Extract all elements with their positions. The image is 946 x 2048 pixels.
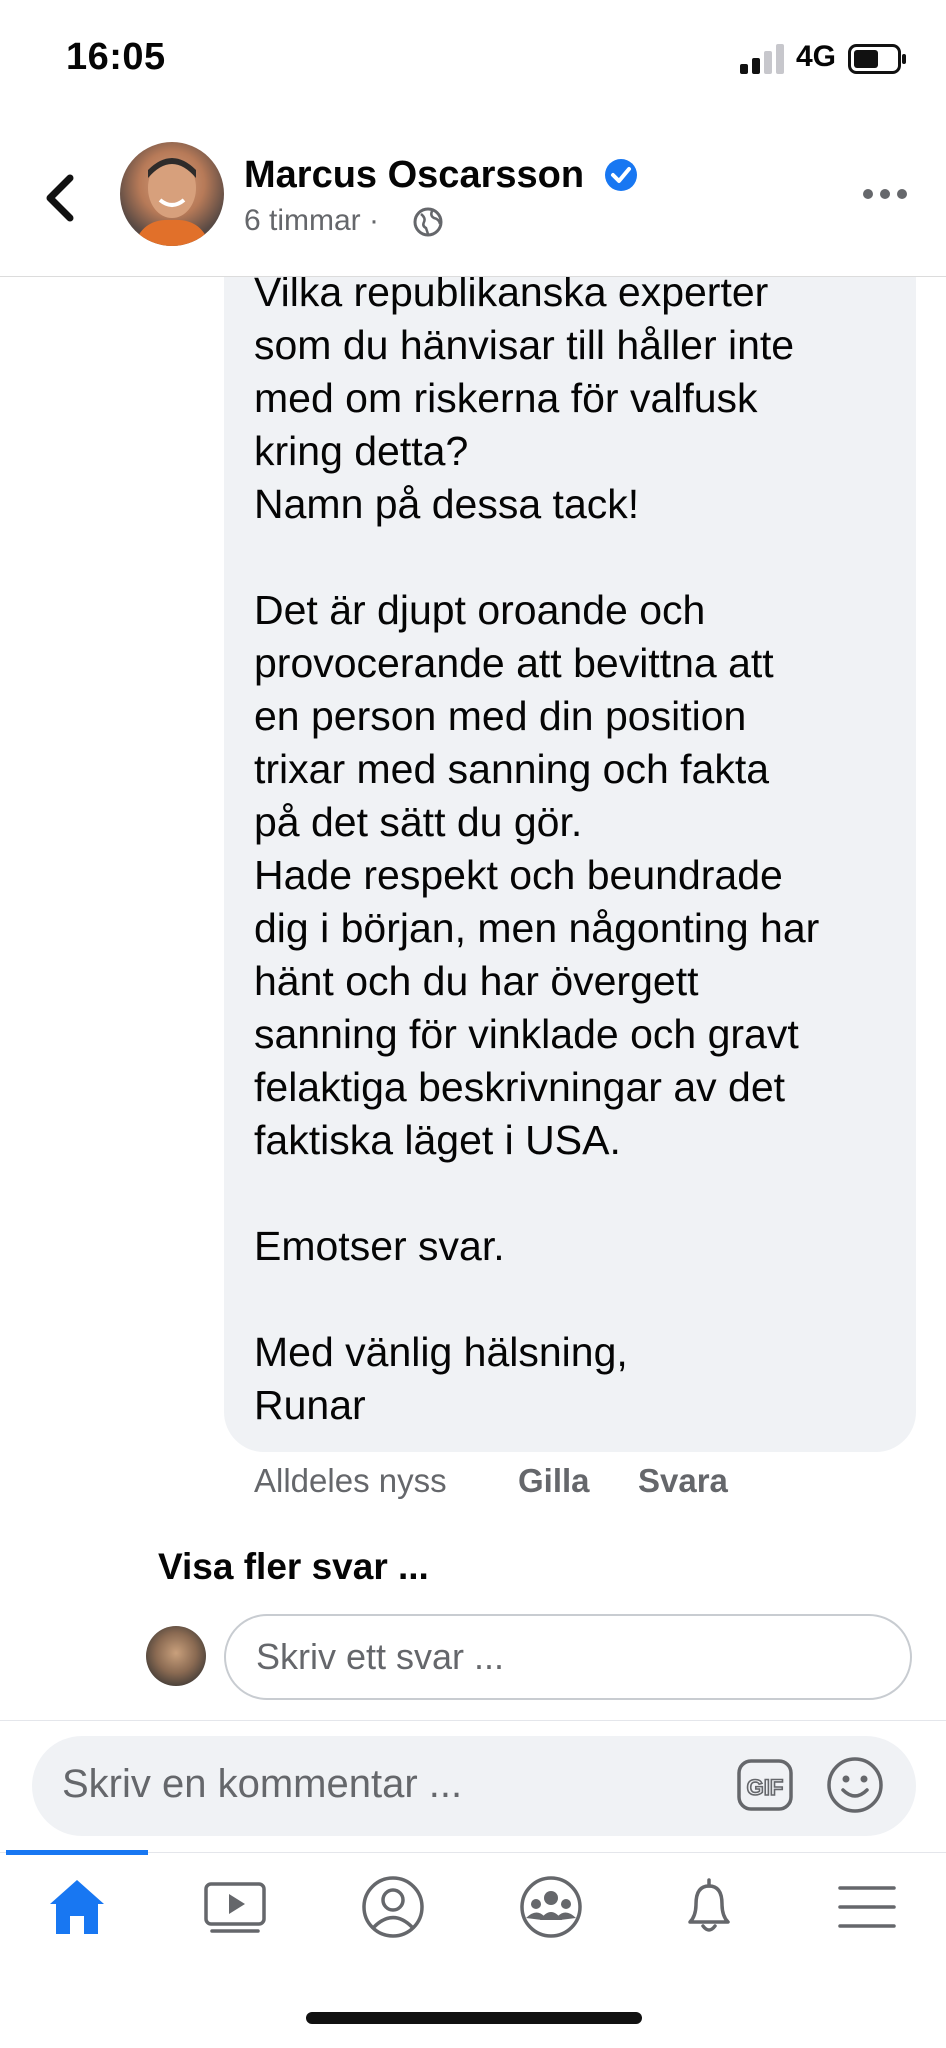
gif-label: GIF — [747, 1775, 784, 1800]
verified-badge-icon — [605, 159, 637, 191]
battery-icon — [848, 44, 906, 74]
reply-button[interactable]: Svara — [638, 1462, 728, 1500]
post-header: Marcus Oscarsson 6 timmar · — [0, 120, 946, 277]
groups-icon[interactable] — [518, 1874, 584, 1940]
avatar[interactable] — [120, 142, 224, 246]
smile-icon[interactable] — [826, 1756, 884, 1814]
post-time: 6 timmar · — [244, 204, 379, 237]
show-more-replies-link[interactable]: Visa fler svar ... — [158, 1546, 429, 1588]
comment-text: Vilka republikanska experter som du hänv… — [254, 269, 820, 1428]
like-button[interactable]: Gilla — [518, 1462, 590, 1500]
comment-input[interactable]: Skriv en kommentar ... — [62, 1762, 462, 1807]
globe-icon — [413, 207, 443, 237]
menu-icon[interactable] — [834, 1874, 900, 1940]
chevron-left-icon[interactable] — [38, 168, 82, 228]
home-indicator — [306, 2012, 642, 2024]
author-name[interactable]: Marcus Oscarsson — [244, 154, 584, 197]
network-type: 4G — [796, 40, 837, 73]
avatar — [146, 1626, 206, 1686]
home-icon[interactable] — [44, 1874, 110, 1940]
divider — [0, 1720, 946, 1721]
more-horizontal-icon[interactable] — [862, 184, 908, 204]
gif-icon[interactable]: GIF — [736, 1758, 794, 1812]
bell-icon[interactable] — [676, 1874, 742, 1940]
video-icon[interactable] — [202, 1874, 268, 1940]
status-time: 16:05 — [66, 36, 166, 78]
comment-time: Alldeles nyss — [254, 1462, 447, 1499]
profile-icon[interactable] — [360, 1874, 426, 1940]
signal-icon — [740, 44, 784, 74]
nav-active-indicator — [6, 1850, 148, 1855]
reply-input[interactable]: Skriv ett svar ... — [224, 1614, 912, 1700]
